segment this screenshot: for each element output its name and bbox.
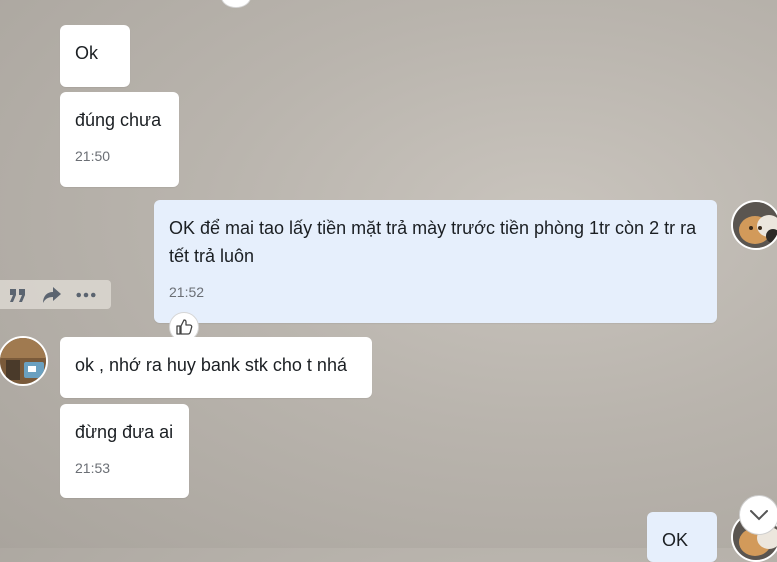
- message-bubble-incoming[interactable]: Ok: [60, 25, 130, 87]
- message-text: OK: [662, 530, 689, 550]
- message-bubble-incoming[interactable]: ok , nhớ ra huy bank stk cho t nhá: [60, 337, 372, 398]
- message-bubble-incoming[interactable]: đừng đưa ai 21:53: [60, 404, 189, 498]
- scroll-to-bottom-button[interactable]: [739, 495, 777, 535]
- share-icon[interactable]: [42, 285, 62, 305]
- message-text: đừng đưa ai: [75, 422, 174, 442]
- cat-avatar-icon: [733, 202, 777, 248]
- message-time: 21:53: [75, 460, 111, 476]
- reaction-button-top[interactable]: [221, 0, 251, 8]
- message-bubble-incoming[interactable]: đúng chưa 21:50: [60, 92, 179, 187]
- message-action-toolbar: [0, 280, 111, 309]
- thumbs-up-icon: [176, 319, 193, 335]
- message-time: 21:50: [75, 148, 111, 164]
- message-text: ok , nhớ ra huy bank stk cho t nhá: [75, 355, 347, 375]
- avatar[interactable]: [731, 200, 777, 250]
- user-avatar-icon: [0, 338, 46, 384]
- message-bubble-outgoing[interactable]: OK để mai tao lấy tiền mặt trả mày trước…: [154, 200, 717, 323]
- message-bubble-outgoing[interactable]: OK: [647, 512, 717, 562]
- message-text: OK để mai tao lấy tiền mặt trả mày trước…: [169, 218, 697, 266]
- message-text: đúng chưa: [75, 110, 162, 130]
- message-time: 21:52: [169, 284, 205, 300]
- avatar[interactable]: [0, 336, 48, 386]
- chevron-down-icon: [750, 510, 768, 521]
- message-text: Ok: [75, 43, 99, 63]
- more-icon[interactable]: [76, 285, 96, 305]
- quote-icon[interactable]: [8, 285, 28, 305]
